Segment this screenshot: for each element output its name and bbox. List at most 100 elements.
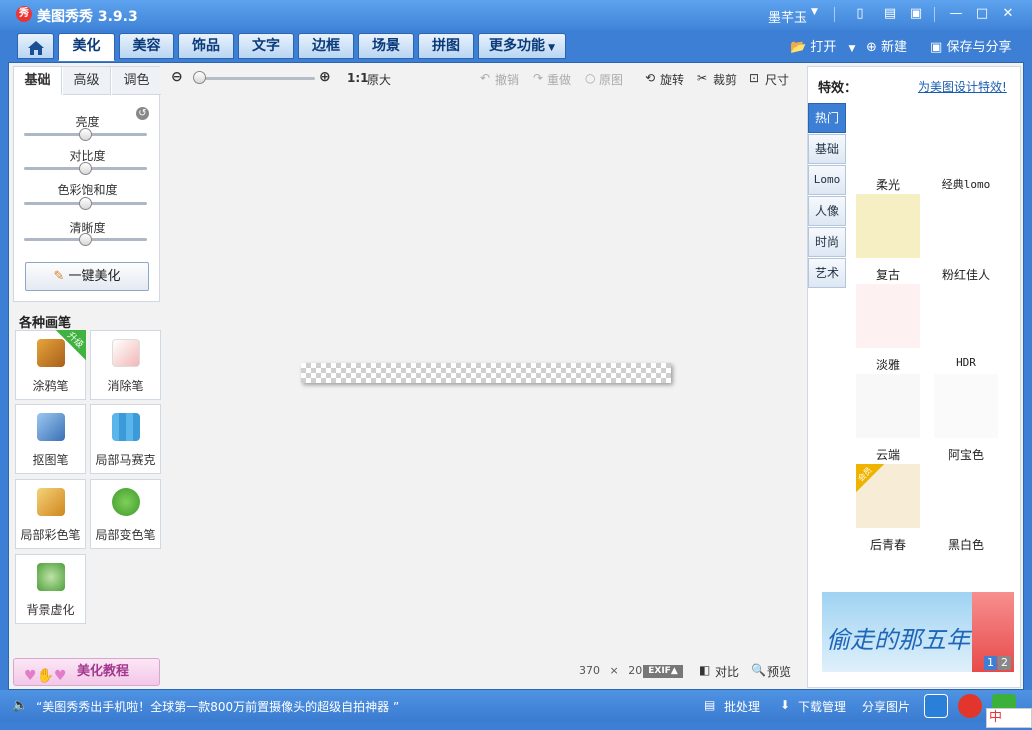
tool-label: 局部彩色笔 [20, 528, 81, 542]
effect-item[interactable]: 复古 [853, 194, 923, 282]
effect-label: 黑白色 [947, 538, 984, 552]
minimize-icon[interactable]: — [946, 5, 966, 23]
open-button[interactable]: 📂 打开 ▼ [790, 36, 855, 55]
actual-size-button[interactable]: 原大 [367, 71, 391, 88]
save-share-button[interactable]: ▣ 保存与分享 [930, 36, 1011, 55]
effect-item[interactable]: 云端 [853, 374, 923, 462]
preview-button[interactable]: 预览 [767, 663, 791, 680]
tool-cutout[interactable]: 抠图笔 [15, 404, 86, 474]
feedback-icon[interactable]: ▤ [880, 5, 900, 23]
title-bar: 秀 美图秀秀 3.9.3 墨芊玉 ▼ ▯ ▤ ▣ — □ ✕ [0, 0, 1032, 30]
effect-item[interactable]: 会员后青春 [853, 464, 923, 552]
canvas-area[interactable] [169, 93, 799, 653]
weibo-icon[interactable] [958, 694, 982, 718]
zoom-slider[interactable] [199, 77, 315, 80]
effect-item[interactable]: 淡雅 [853, 284, 923, 372]
resize-icon: ⊡ [749, 71, 760, 85]
effect-thumbnail [934, 284, 998, 348]
exif-button[interactable]: EXIF▲ [643, 665, 683, 678]
batch-icon: ▤ [704, 698, 716, 712]
batch-button[interactable]: 批处理 [724, 698, 760, 715]
redo-icon: ↷ [533, 71, 544, 85]
promo-banner[interactable]: 偷走的那五年 1 2 [822, 592, 1014, 672]
effect-label: 后青春 [869, 538, 906, 552]
menu-icon[interactable]: ▣ [906, 5, 926, 23]
app-title: 美图秀秀 3.9.3 [37, 9, 138, 25]
effect-category-basic[interactable]: 基础 [808, 134, 846, 164]
tool-label: 局部变色笔 [95, 528, 156, 542]
tab-makeup[interactable]: 美容 [119, 33, 174, 59]
original-button[interactable]: 原图 [599, 71, 623, 88]
effect-category-portrait[interactable]: 人像 [808, 196, 846, 226]
zoom-in-icon[interactable]: ⊕ [319, 69, 331, 85]
qzone-icon[interactable] [924, 694, 948, 718]
banner-page-1[interactable]: 1 [984, 656, 997, 670]
actual-size-ratio[interactable]: 1:1 [347, 71, 369, 85]
transparent-image[interactable] [301, 363, 671, 383]
effect-category-hot[interactable]: 热门 [808, 103, 846, 133]
tray-icon[interactable]: ▯ [850, 5, 870, 23]
download-manager-button[interactable]: 下载管理 [798, 698, 846, 715]
effect-item[interactable]: 粉红佳人 [931, 194, 1001, 282]
color-brush-icon [37, 488, 65, 516]
banner-page-2[interactable]: 2 [998, 656, 1011, 670]
news-ticker[interactable]: “美图秀秀出手机啦！全球第一款800万前置摄像头的超级自拍神器 ” [36, 698, 399, 715]
tab-border[interactable]: 边框 [298, 33, 354, 59]
design-effect-link[interactable]: 为美图设计特效! [918, 78, 1007, 95]
effect-category-art[interactable]: 艺术 [808, 258, 846, 288]
title-separator [934, 7, 935, 22]
effect-category-lomo[interactable]: Lomo [808, 165, 846, 195]
share-image-button[interactable]: 分享图片 [862, 698, 910, 715]
user-dropdown-icon[interactable]: ▼ [811, 7, 818, 17]
tool-doodle-brush[interactable]: 升级 涂鸦笔 [15, 330, 86, 400]
zoom-knob[interactable] [193, 71, 206, 84]
subtab-advanced[interactable]: 高级 [63, 67, 111, 95]
user-name[interactable]: 墨芊玉 [768, 7, 807, 26]
saturation-knob[interactable] [79, 197, 92, 210]
subtab-color[interactable]: 调色 [112, 67, 161, 95]
effect-thumbnail [934, 464, 998, 528]
open-dropdown-icon[interactable]: ▼ [848, 44, 855, 54]
brushes-heading: 各种画笔 [19, 316, 72, 331]
brightness-knob[interactable] [79, 128, 92, 141]
ime-indicator[interactable]: 中 [986, 708, 1032, 728]
close-icon[interactable]: ✕ [998, 5, 1018, 23]
one-click-beautify-button[interactable]: ✎ 一键美化 [25, 262, 149, 291]
effect-category-fashion[interactable]: 时尚 [808, 227, 846, 257]
tutorial-button[interactable]: ♥✋♥ 美化教程 [13, 658, 160, 686]
download-icon: ⬇ [780, 698, 791, 712]
effect-thumbnail [934, 374, 998, 438]
tool-color-brush[interactable]: 局部彩色笔 [15, 479, 86, 549]
subtab-basic[interactable]: 基础 [14, 67, 62, 95]
zoom-out-icon[interactable]: ⊖ [171, 69, 183, 85]
tool-mosaic[interactable]: 局部马赛克 [90, 404, 161, 474]
new-button[interactable]: ⊕ 新建 [866, 36, 907, 55]
tool-eraser[interactable]: 消除笔 [90, 330, 161, 400]
effect-item[interactable]: 柔光 [853, 104, 923, 192]
resize-button[interactable]: 尺寸 [765, 71, 789, 88]
sharpness-knob[interactable] [79, 233, 92, 246]
crop-button[interactable]: 裁剪 [713, 71, 737, 88]
tab-scene[interactable]: 场景 [358, 33, 414, 59]
effect-item[interactable]: 经典lomo [931, 104, 1001, 191]
undo-button[interactable]: 撤销 [495, 71, 519, 88]
tab-more-functions[interactable]: 更多功能 ▼ [478, 33, 566, 59]
tool-background-blur[interactable]: 背景虚化 [15, 554, 86, 624]
rotate-button[interactable]: 旋转 [660, 71, 684, 88]
speaker-icon[interactable]: 🔈 [12, 698, 28, 713]
redo-button[interactable]: 重做 [547, 71, 571, 88]
tab-accessories[interactable]: 饰品 [178, 33, 234, 59]
vip-badge: 会员 [856, 464, 884, 492]
compare-button[interactable]: 对比 [715, 663, 739, 680]
original-icon: ○ [585, 71, 596, 85]
home-tab[interactable] [17, 33, 54, 59]
effect-item[interactable]: HDR [931, 284, 1001, 370]
effect-item[interactable]: 黑白色 [931, 464, 1001, 552]
effect-item[interactable]: 阿宝色 [931, 374, 1001, 462]
tab-text[interactable]: 文字 [238, 33, 294, 59]
contrast-knob[interactable] [79, 162, 92, 175]
maximize-icon[interactable]: □ [972, 5, 992, 23]
tab-beautify[interactable]: 美化 [58, 33, 115, 61]
tab-collage[interactable]: 拼图 [418, 33, 474, 59]
tool-recolor-brush[interactable]: 局部变色笔 [90, 479, 161, 549]
